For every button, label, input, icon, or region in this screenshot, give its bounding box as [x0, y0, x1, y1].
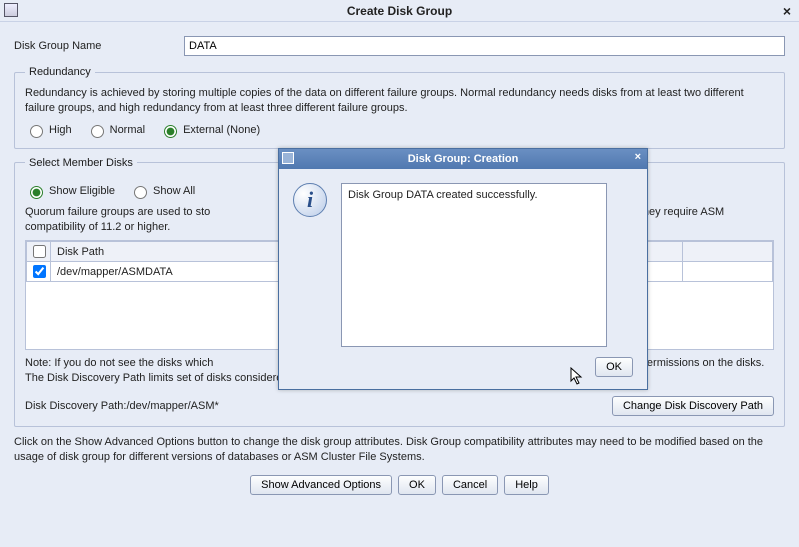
row-extra [683, 262, 773, 282]
main-window-titlebar: Create Disk Group × [0, 0, 799, 22]
discovery-row: Disk Discovery Path:/dev/mapper/ASM* Cha… [25, 396, 774, 416]
footer-note: Click on the Show Advanced Options butto… [14, 435, 785, 465]
dg-name-input[interactable] [184, 36, 785, 56]
radio-high-label: High [49, 124, 72, 136]
modal-message: Disk Group DATA created successfully. [341, 183, 607, 347]
modal-close-icon[interactable]: × [635, 151, 641, 163]
modal-title: Disk Group: Creation [408, 153, 519, 165]
member-legend: Select Member Disks [25, 157, 137, 169]
quorum-desc-a: Quorum failure groups are used to sto [25, 206, 210, 218]
col-extra-header [683, 242, 773, 262]
creation-modal: Disk Group: Creation × i Disk Group DATA… [278, 148, 648, 390]
dg-name-row: Disk Group Name [14, 36, 785, 56]
radio-normal[interactable] [91, 125, 104, 138]
redundancy-desc: Redundancy is achieved by storing multip… [25, 86, 774, 116]
col-select-header[interactable] [27, 242, 51, 262]
info-icon: i [293, 183, 327, 217]
redundancy-legend: Redundancy [25, 66, 95, 78]
footer-buttons: Show Advanced Options OK Cancel Help [14, 475, 785, 495]
cancel-button[interactable]: Cancel [442, 475, 498, 495]
radio-external[interactable] [164, 125, 177, 138]
show-all[interactable]: Show All [129, 183, 195, 199]
modal-footer: OK [279, 357, 647, 389]
modal-ok-button[interactable]: OK [595, 357, 633, 377]
show-advanced-button[interactable]: Show Advanced Options [250, 475, 392, 495]
radio-external-label: External (None) [183, 124, 260, 136]
ok-button[interactable]: OK [398, 475, 436, 495]
redundancy-fieldset: Redundancy Redundancy is achieved by sto… [14, 66, 785, 149]
modal-app-icon [282, 152, 294, 164]
discovery-path-label: Disk Discovery Path:/dev/mapper/ASM* [25, 400, 219, 412]
modal-body: i Disk Group DATA created successfully. [279, 169, 647, 357]
app-icon [4, 3, 18, 17]
redundancy-options: High Normal External (None) [25, 122, 774, 138]
redundancy-external[interactable]: External (None) [159, 122, 260, 138]
radio-show-eligible[interactable] [30, 186, 43, 199]
disks-note-a: Note: If you do not see the disks which [25, 357, 213, 369]
dg-name-label: Disk Group Name [14, 40, 184, 52]
window-title: Create Disk Group [347, 4, 452, 18]
redundancy-normal[interactable]: Normal [86, 122, 145, 138]
modal-titlebar: Disk Group: Creation × [279, 149, 647, 169]
close-icon[interactable]: × [783, 3, 791, 19]
help-button[interactable]: Help [504, 475, 549, 495]
change-discovery-button[interactable]: Change Disk Discovery Path [612, 396, 774, 416]
show-eligible-label: Show Eligible [49, 185, 115, 197]
select-all-checkbox[interactable] [33, 245, 46, 258]
show-all-label: Show All [153, 185, 195, 197]
radio-normal-label: Normal [110, 124, 145, 136]
show-eligible[interactable]: Show Eligible [25, 183, 115, 199]
row-checkbox[interactable] [33, 265, 46, 278]
redundancy-high[interactable]: High [25, 122, 72, 138]
radio-high[interactable] [30, 125, 43, 138]
radio-show-all[interactable] [134, 186, 147, 199]
